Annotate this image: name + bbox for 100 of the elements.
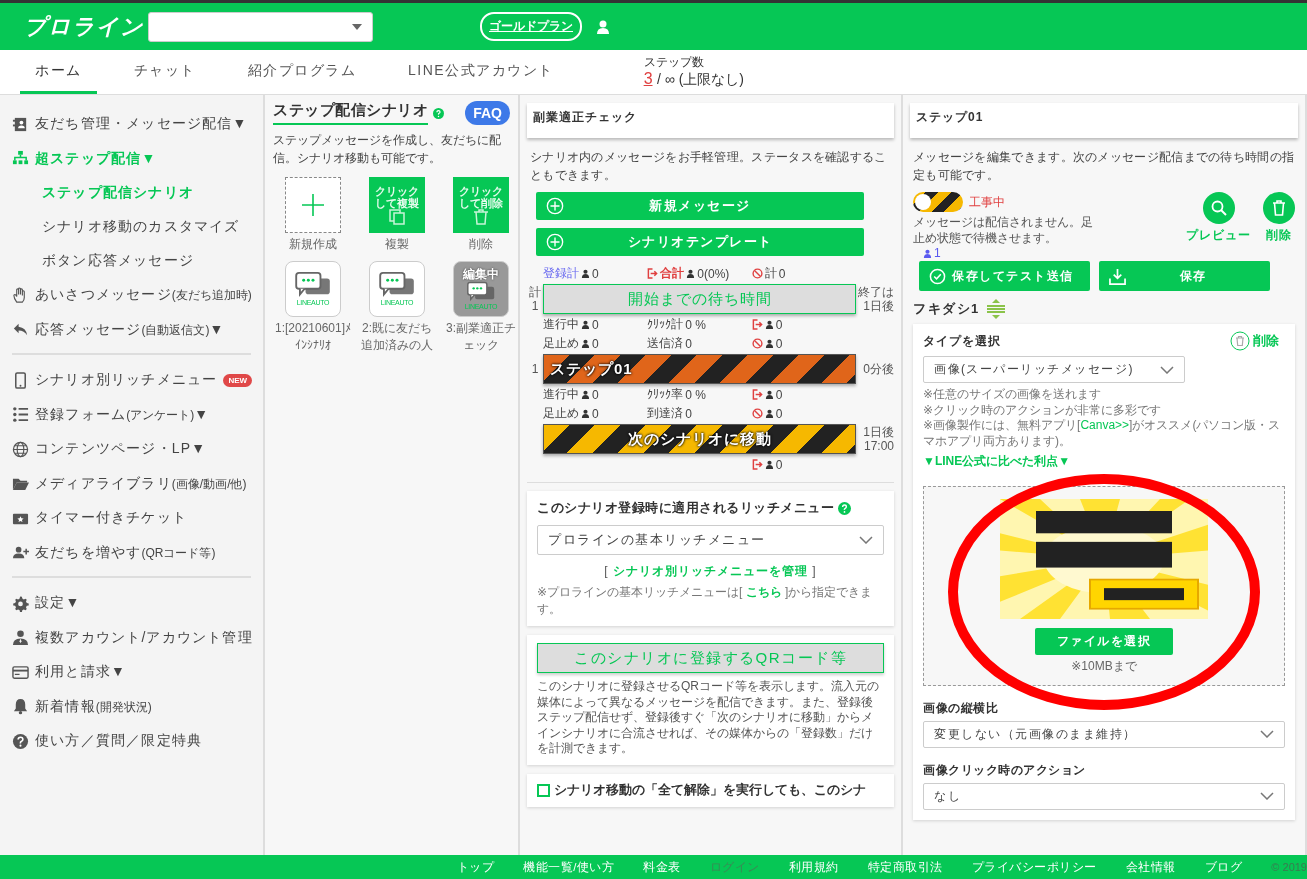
copy-button[interactable]: クリックして複製	[369, 177, 425, 233]
sidebar-item[interactable]: メディアライブラリ(画像/動画/他)	[12, 466, 251, 501]
person-icon	[581, 390, 590, 399]
sidebar-item[interactable]: 応答メッセージ(自動返信文)▼	[12, 312, 251, 347]
step-count-value[interactable]: 3	[643, 69, 653, 87]
action-button[interactable]: シナリオテンプレート	[536, 228, 864, 256]
stat-value: 0(0%)	[697, 266, 730, 281]
copy-icon	[389, 209, 405, 226]
save-button[interactable]: 保存	[1099, 261, 1270, 292]
nav-tab[interactable]: LINE公式アカウント	[393, 50, 569, 94]
rich-menu-select[interactable]: プロラインの基本リッチメニュー	[537, 525, 884, 555]
drag-handle-icon[interactable]	[985, 299, 1006, 320]
person-icon	[581, 269, 590, 278]
sidebar-subitem[interactable]: ボタン応答メッセージ	[12, 244, 251, 278]
new-scenario-button[interactable]	[285, 177, 341, 233]
sidebar-item[interactable]: シナリオ別リッチメニュー NEW	[12, 363, 251, 398]
sidebar-item[interactable]: 友だちを増やす(QRコード等)	[12, 535, 251, 570]
footer-link[interactable]: 料金表	[643, 859, 681, 875]
nav-tab[interactable]: 紹介プログラム	[232, 50, 371, 94]
type-select[interactable]: 画像(スーパーリッチメッセージ)	[923, 356, 1185, 384]
footer-link[interactable]: プライバシーポリシー	[971, 859, 1097, 875]
scenario-caption: 2:既に友だち追加済みの人	[360, 319, 434, 354]
qr-code-button[interactable]: このシナリオに登録するQRコード等	[537, 643, 884, 673]
footer-link[interactable]: 特定商取引法	[867, 859, 943, 875]
here-link[interactable]: こちら	[745, 585, 782, 599]
logo[interactable]: プロライン	[24, 11, 148, 42]
sidebar-item[interactable]: 超ステップ配信▼	[12, 141, 251, 176]
sidebar-item[interactable]: あいさつメッセージ(友だち追加時)	[12, 278, 251, 313]
panel-description: ステップメッセージを作成し、友だちに配信。シナリオ移動も可能です。	[273, 132, 502, 167]
stage-count: 計 1	[528, 284, 542, 314]
footer-link[interactable]: トップ	[456, 859, 495, 875]
canva-link[interactable]: Canva>>	[1080, 418, 1130, 433]
step-name-field[interactable]: ステップ01	[910, 103, 1298, 138]
toggle-note: メッセージは配信されません。足止め状態で待機させます。	[913, 215, 1093, 247]
sidebar-item[interactable]: 登録フォーム(アンケート)▼	[12, 397, 251, 432]
scenario-caption: 3:副業適正チェック	[445, 319, 517, 354]
footer-link[interactable]: 機能一覧/使い方	[523, 859, 615, 875]
action-button[interactable]: 新規メッセージ	[536, 192, 864, 220]
tool-label: 削除	[468, 236, 494, 253]
panel-title: ステップ配信シナリオ	[273, 101, 428, 125]
sidebar-item[interactable]: タイマー付きチケット	[12, 501, 251, 536]
nav-tab[interactable]: チャット	[118, 50, 211, 94]
field-label: タイプを選択	[923, 332, 1001, 350]
stage-count: 1	[530, 361, 540, 377]
save-and-test-button[interactable]: 保存してテスト送信	[919, 261, 1090, 292]
help-icon[interactable]	[433, 107, 444, 119]
account-dropdown[interactable]	[148, 11, 373, 42]
sidebar-item[interactable]: 使い方／質問／限定特典	[12, 724, 251, 759]
manage-rich-menu-link[interactable]: シナリオ別リッチメニューを管理	[613, 564, 808, 578]
plan-link[interactable]: ゴールドプラン	[480, 12, 582, 41]
sidebar-item[interactable]: 設定▼	[12, 586, 251, 621]
sidebar-item[interactable]: コンテンツページ・LP▼	[12, 432, 251, 467]
delete-button[interactable]: クリックして削除	[453, 177, 509, 233]
footer-link[interactable]: 会社情報	[1125, 859, 1176, 875]
sidebar-item[interactable]: 友だち管理・メッセージ配信▼	[12, 107, 251, 142]
footer-link[interactable]: ブログ	[1204, 859, 1243, 875]
trash-icon	[1230, 331, 1250, 352]
wait-time-bar[interactable]: 開始までの待ち時間	[543, 284, 856, 314]
upload-area[interactable]: ファイルを選択 ※10MBまで	[923, 485, 1285, 686]
sidebar-subitem[interactable]: ステップ配信シナリオ	[12, 176, 251, 210]
sidebar-item[interactable]: 複数アカウント/アカウント管理	[12, 620, 251, 655]
footer-link[interactable]: 利用規約	[788, 859, 839, 875]
aspect-ratio-select[interactable]: 変更しない（元画像のまま維持）	[923, 720, 1285, 748]
plus-circle-icon	[546, 233, 564, 251]
search-icon	[1210, 200, 1227, 216]
prohibited-icon	[751, 268, 763, 279]
merit-link[interactable]: ▼LINE公式に比べた利点▼	[923, 452, 1285, 470]
help-icon[interactable]	[838, 501, 851, 515]
user-icon[interactable]	[597, 19, 609, 34]
exit-icon	[751, 389, 763, 400]
click-action-select[interactable]: なし	[923, 782, 1285, 810]
list-icon	[12, 406, 29, 424]
contact-book-icon	[12, 115, 29, 133]
sidebar-item[interactable]: 利用と請求▼	[12, 655, 251, 690]
rich-menu-note: ※プロラインの基本リッチメニューは[ こちら ]から指定できます。	[537, 584, 874, 618]
stat-value: 0	[775, 406, 783, 421]
preview-button[interactable]: プレビュー	[1186, 192, 1251, 244]
stat-value: 0	[592, 336, 599, 351]
qr-description: このシナリオに登録させるQRコード等を表示します。流入元の媒体によって異なるメッセージを配信できます。また、登録後ステップ配信せず、登録後すぐ「次のシナリオに移動」からメインシナリオに合流させれば、その媒体からの「登録数」だけを計測できます。	[537, 679, 880, 757]
stage-timing: 0分後	[862, 361, 894, 377]
construction-toggle[interactable]	[913, 192, 963, 212]
choose-file-button[interactable]: ファイルを選択	[1035, 627, 1173, 655]
scenario-name-field[interactable]: 副業適正チェック	[527, 103, 894, 138]
stat-label: ｸﾘｯｸ率	[647, 386, 684, 403]
field-label: 画像の縦横比	[923, 699, 999, 717]
chevron-down-icon	[1260, 730, 1274, 739]
sidebar-item[interactable]: 新着情報(開発状況)	[12, 689, 251, 724]
sidebar-subitem[interactable]: シナリオ移動のカスタマイズ	[12, 210, 251, 244]
chevron-down-icon	[859, 536, 873, 544]
stat-value: 0	[592, 387, 599, 402]
editing-label: 編集中	[463, 267, 499, 281]
manage-link-line: [ シナリオ別リッチメニューを管理 ]	[603, 563, 818, 580]
person-icon	[764, 460, 774, 469]
exit-icon	[647, 268, 659, 279]
stat-value: 0	[778, 266, 786, 281]
faq-button[interactable]: FAQ	[465, 101, 510, 125]
stat-label: 合計	[660, 265, 685, 282]
delete-bubble-button[interactable]: 削除	[1224, 330, 1285, 353]
tool-label: 複製	[384, 236, 410, 253]
step-count-label: ステップ数	[643, 55, 705, 70]
